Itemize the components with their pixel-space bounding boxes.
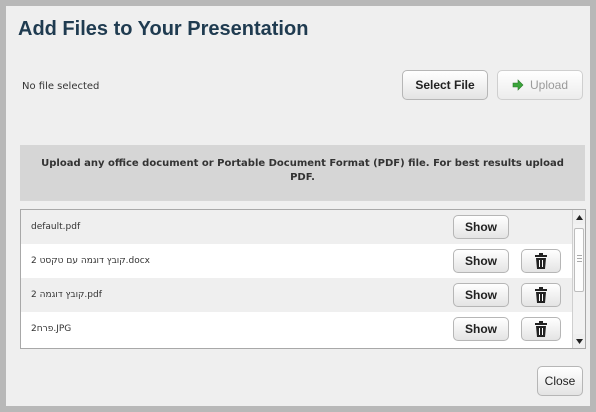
dialog-title: Add Files to Your Presentation xyxy=(18,18,309,40)
arrow-right-icon xyxy=(512,79,524,91)
delete-button[interactable] xyxy=(521,317,561,341)
show-button[interactable]: Show xyxy=(453,283,509,307)
upload-button-label: Upload xyxy=(529,78,569,92)
upload-button[interactable]: Upload xyxy=(497,70,583,100)
add-files-dialog: Add Files to Your Presentation No file s… xyxy=(6,6,590,406)
no-file-status: No file selected xyxy=(22,81,100,92)
file-list: default.pdf Show קובץ דוגמה עם טקסט 2.do… xyxy=(20,209,586,349)
scroll-up-icon xyxy=(575,214,583,220)
file-row: פרח2.JPG Show xyxy=(21,312,573,346)
file-row: default.pdf Show xyxy=(21,210,573,244)
select-file-button[interactable]: Select File xyxy=(402,70,488,100)
scroll-up-button[interactable] xyxy=(573,210,585,224)
file-name: פרח2.JPG xyxy=(31,324,72,334)
file-name: קובץ דוגמה עם טקסט 2.docx xyxy=(31,256,151,266)
show-button[interactable]: Show xyxy=(453,215,509,239)
scroll-down-button[interactable] xyxy=(573,334,585,348)
window-frame-right xyxy=(590,0,596,412)
file-name: default.pdf xyxy=(31,222,81,232)
upload-info-text: Upload any office document or Portable D… xyxy=(41,158,564,183)
trash-icon xyxy=(535,287,547,303)
delete-button[interactable] xyxy=(521,249,561,273)
show-button[interactable]: Show xyxy=(453,249,509,273)
trash-icon xyxy=(535,253,547,269)
window-frame-bottom xyxy=(0,406,596,412)
upload-info-box: Upload any office document or Portable D… xyxy=(20,145,585,201)
file-row: קובץ דוגמה עם טקסט 2.docx Show xyxy=(21,244,573,278)
thumb-grip xyxy=(577,261,582,262)
thumb-grip xyxy=(577,258,582,259)
thumb-grip xyxy=(577,255,582,256)
close-button[interactable]: Close xyxy=(537,366,583,396)
file-row: קובץ דוגמה 2.pdf Show xyxy=(21,278,573,312)
scroll-down-icon xyxy=(575,338,583,344)
file-name: קובץ דוגמה 2.pdf xyxy=(31,290,102,300)
show-button[interactable]: Show xyxy=(453,317,509,341)
delete-button[interactable] xyxy=(521,283,561,307)
trash-icon xyxy=(535,321,547,337)
file-list-scrollbar[interactable] xyxy=(572,210,585,348)
scrollbar-thumb[interactable] xyxy=(574,228,584,292)
